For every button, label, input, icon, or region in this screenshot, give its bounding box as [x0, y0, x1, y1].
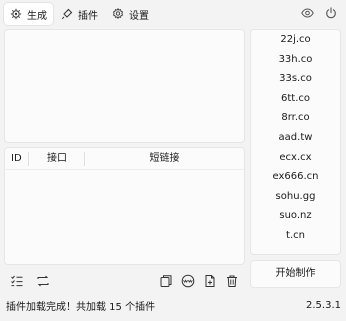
domain-list-item[interactable]: suo.nz [251, 206, 340, 226]
toolbar-left [9, 273, 50, 288]
result-table: ID 接口 短链接 [4, 147, 245, 265]
status-bar: 插件加载完成！共加载 15 个插件 2.5.3.1 [0, 296, 346, 314]
domain-list-item[interactable]: 22j.co [251, 30, 340, 50]
version-label: 2.5.3.1 [306, 299, 341, 311]
column-header-port[interactable]: 接口 [29, 148, 85, 170]
file-add-icon[interactable] [202, 273, 217, 288]
domain-list-item[interactable]: 33s.co [251, 69, 340, 89]
domain-list-item[interactable]: ecx.cx [251, 148, 340, 168]
tab-plugins[interactable]: 插件 [55, 3, 104, 25]
tab-generate[interactable]: 生成 [4, 3, 53, 25]
plug-icon [61, 8, 73, 20]
tab-settings-label: 设置 [129, 10, 149, 22]
www-icon[interactable] [180, 273, 195, 288]
toolbar-right [158, 273, 239, 288]
settings-icon [112, 8, 124, 20]
eye-icon[interactable] [300, 6, 314, 20]
domain-list[interactable]: 22j.co 33h.co 33s.co 6tt.co 8rr.co aad.tw ecx.… [250, 29, 341, 255]
table-header: ID 接口 短链接 [5, 148, 244, 170]
start-button[interactable]: 开始制作 [250, 260, 341, 288]
copy-icon[interactable] [158, 273, 173, 288]
domain-list-item[interactable]: 33h.co [251, 50, 340, 70]
status-message: 插件加载完成！共加载 15 个插件 [6, 301, 156, 313]
column-header-short-link[interactable]: 短链接 [85, 148, 244, 170]
tab-generate-label: 生成 [27, 10, 47, 22]
power-icon[interactable] [324, 6, 338, 20]
domain-list-item[interactable]: 8rr.co [251, 108, 340, 128]
gear-spark-icon [10, 8, 22, 20]
tab-settings[interactable]: 设置 [106, 3, 155, 25]
refresh-swap-icon[interactable] [35, 273, 50, 288]
domain-list-item[interactable]: aad.tw [251, 128, 340, 148]
checklist-icon[interactable] [9, 273, 24, 288]
domain-list-item[interactable]: t.cn [251, 226, 340, 246]
column-header-id[interactable]: ID [5, 148, 29, 170]
domain-list-item[interactable]: 6tt.co [251, 89, 340, 109]
tab-plugins-label: 插件 [78, 10, 98, 22]
url-input-area[interactable] [4, 29, 245, 143]
domain-list-item[interactable]: ex666.cn [251, 167, 340, 187]
window-actions [300, 6, 338, 20]
domain-list-item-partial [251, 246, 340, 252]
trash-icon[interactable] [224, 273, 239, 288]
domain-list-item[interactable]: sohu.gg [251, 187, 340, 207]
top-bar: 生成 插件 设置 [0, 0, 346, 28]
